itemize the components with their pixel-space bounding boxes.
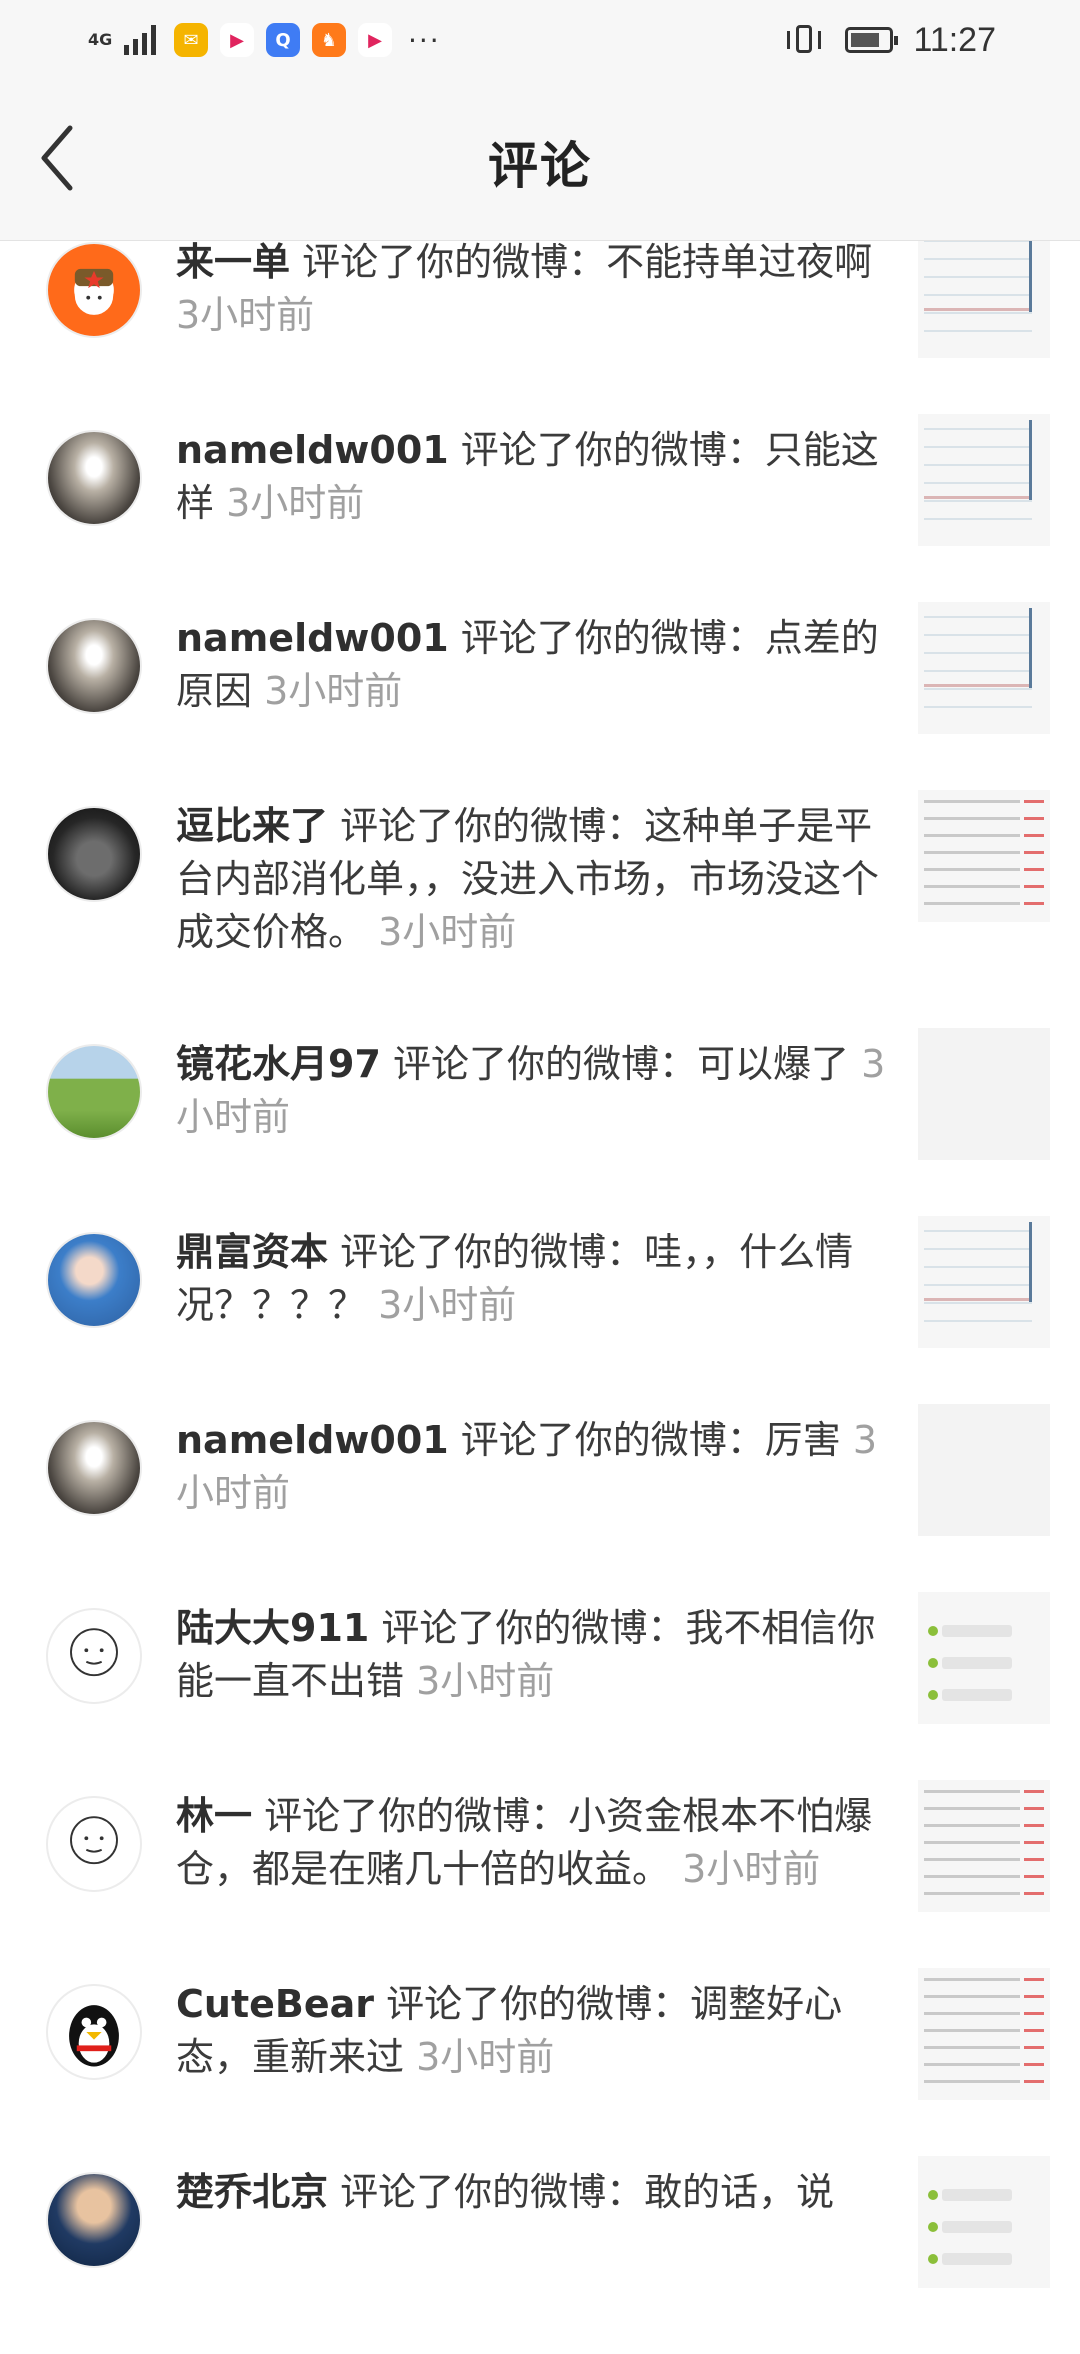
comment-time: 3小时前	[176, 293, 315, 337]
username[interactable]: CuteBear	[176, 1982, 374, 2026]
comment-item[interactable]: 楚乔北京 评论了你的微博：敢的话，说	[0, 2156, 1080, 2354]
comment-time: 3小时前	[226, 481, 365, 525]
comment-text[interactable]: 林一 评论了你的微博：小资金根本不怕爆仓，都是在赌几十倍的收益。 3小时前	[176, 1790, 896, 1896]
video-app-icon: ▶	[220, 23, 254, 57]
comment-text[interactable]: 楚乔北京 评论了你的微博：敢的话，说	[176, 2166, 896, 2219]
comment-time: 3小时前	[416, 1659, 555, 1703]
penguin-icon	[69, 2005, 119, 2067]
comment-item[interactable]: 镜花水月97 评论了你的微博：可以爆了 3小时前	[0, 1028, 1080, 1226]
comment-text[interactable]: nameldw001 评论了你的微博：只能这样 3小时前	[176, 424, 896, 530]
avatar[interactable]	[46, 242, 142, 338]
comment-item[interactable]: nameldw001 评论了你的微博：只能这样 3小时前	[0, 414, 1080, 612]
avatar[interactable]	[46, 1232, 142, 1328]
comment-body: 评论了你的微博：厉害	[448, 1418, 841, 1462]
comment-text[interactable]: 鼎富资本 评论了你的微博：哇，，什么情况？？？？ 3小时前	[176, 1226, 896, 1332]
comment-time: 3小时前	[682, 1847, 821, 1891]
username[interactable]: 来一单	[176, 240, 290, 284]
username[interactable]: nameldw001	[176, 428, 449, 472]
weibo-thumbnail[interactable]	[918, 1216, 1050, 1348]
avatar[interactable]	[46, 430, 142, 526]
comment-body: 评论了你的微博：不能持单过夜啊	[290, 240, 873, 284]
clock: 11:27	[913, 20, 996, 59]
weibo-thumbnail[interactable]	[918, 1780, 1050, 1912]
weibo-thumbnail[interactable]	[918, 790, 1050, 922]
mi-rabbit-icon	[74, 268, 114, 315]
weibo-thumbnail[interactable]	[918, 602, 1050, 734]
avatar[interactable]	[46, 2172, 142, 2268]
username[interactable]: 镜花水月97	[176, 1042, 381, 1086]
comment-item[interactable]: 林一 评论了你的微博：小资金根本不怕爆仓，都是在赌几十倍的收益。 3小时前	[0, 1780, 1080, 1978]
comment-text[interactable]: 陆大大911 评论了你的微博：我不相信你能一直不出错 3小时前	[176, 1602, 896, 1708]
status-left: 4G ✉ ▶ Q ♞ ▶ ···	[88, 18, 441, 62]
weibo-thumbnail[interactable]	[918, 2156, 1050, 2288]
weibo-thumbnail[interactable]	[918, 1028, 1050, 1160]
comment-text[interactable]: 逗比来了 评论了你的微博：这种单子是平台内部消化单，，没进入市场，市场没这个成交…	[176, 800, 896, 959]
comment-time: 3小时前	[378, 1283, 517, 1327]
sketch-face-icon	[70, 1816, 118, 1865]
weibo-thumbnail[interactable]	[918, 226, 1050, 358]
username[interactable]: 楚乔北京	[176, 2170, 328, 2214]
network-type: 4G	[88, 30, 113, 49]
avatar[interactable]	[46, 1984, 142, 2080]
sketch-face-icon	[70, 1628, 118, 1677]
avatar[interactable]	[46, 1608, 142, 1704]
status-bar: 4G ✉ ▶ Q ♞ ▶ ··· 11:27	[0, 0, 1080, 80]
username[interactable]: 逗比来了	[176, 804, 328, 848]
username[interactable]: 林一	[176, 1794, 252, 1838]
avatar[interactable]	[46, 1420, 142, 1516]
youku-app-icon: ▶	[358, 23, 392, 57]
username[interactable]: 陆大大911	[176, 1606, 369, 1650]
page-title: 评论	[488, 137, 592, 195]
mail-app-icon: ✉	[174, 23, 208, 57]
avatar[interactable]	[46, 618, 142, 714]
nav-header: 评论	[0, 80, 1080, 241]
comment-item[interactable]: 逗比来了 评论了你的微博：这种单子是平台内部消化单，，没进入市场，市场没这个成交…	[0, 790, 1080, 988]
weibo-thumbnail[interactable]	[918, 1968, 1050, 2100]
signal-icon	[124, 25, 156, 55]
avatar[interactable]	[46, 806, 142, 902]
weibo-thumbnail[interactable]	[918, 414, 1050, 546]
username[interactable]: 鼎富资本	[176, 1230, 328, 1274]
comment-text[interactable]: 来一单 评论了你的微博：不能持单过夜啊 3小时前	[176, 236, 896, 342]
username[interactable]: nameldw001	[176, 616, 449, 660]
status-right: 11:27	[785, 18, 996, 62]
comment-body: 评论了你的微博：敢的话，说	[328, 2170, 835, 2214]
weibo-thumbnail[interactable]	[918, 1592, 1050, 1724]
avatar[interactable]	[46, 1796, 142, 1892]
notification-app-icons: ✉ ▶ Q ♞ ▶	[174, 23, 392, 57]
comment-text[interactable]: 镜花水月97 评论了你的微博：可以爆了 3小时前	[176, 1038, 896, 1144]
comment-time: 3小时前	[264, 669, 403, 713]
comment-item[interactable]: CuteBear 评论了你的微博：调整好心态，重新来过 3小时前	[0, 1968, 1080, 2166]
vibrate-icon	[785, 23, 825, 57]
more-notifications-icon: ···	[408, 23, 441, 57]
weibo-thumbnail[interactable]	[918, 1404, 1050, 1536]
comment-text[interactable]: nameldw001 评论了你的微博：厉害 3小时前	[176, 1414, 896, 1520]
browser-app-icon: Q	[266, 23, 300, 57]
comment-body: 评论了你的微博：可以爆了	[380, 1042, 849, 1086]
comment-item[interactable]: nameldw001 评论了你的微博：厉害 3小时前	[0, 1404, 1080, 1602]
avatar[interactable]	[46, 1044, 142, 1140]
comment-item[interactable]: 陆大大911 评论了你的微博：我不相信你能一直不出错 3小时前	[0, 1592, 1080, 1790]
comment-text[interactable]: nameldw001 评论了你的微博：点差的原因 3小时前	[176, 612, 896, 718]
battery-icon	[845, 27, 899, 53]
comment-time: 3小时前	[416, 2035, 555, 2079]
uc-app-icon: ♞	[312, 23, 346, 57]
comment-item[interactable]: nameldw001 评论了你的微博：点差的原因 3小时前	[0, 602, 1080, 800]
comment-time: 3小时前	[378, 910, 517, 954]
comment-item[interactable]: 来一单 评论了你的微博：不能持单过夜啊 3小时前	[0, 226, 1080, 424]
username[interactable]: nameldw001	[176, 1418, 449, 1462]
comment-text[interactable]: CuteBear 评论了你的微博：调整好心态，重新来过 3小时前	[176, 1978, 896, 2084]
comment-item[interactable]: 鼎富资本 评论了你的微博：哇，，什么情况？？？？ 3小时前	[0, 1216, 1080, 1414]
